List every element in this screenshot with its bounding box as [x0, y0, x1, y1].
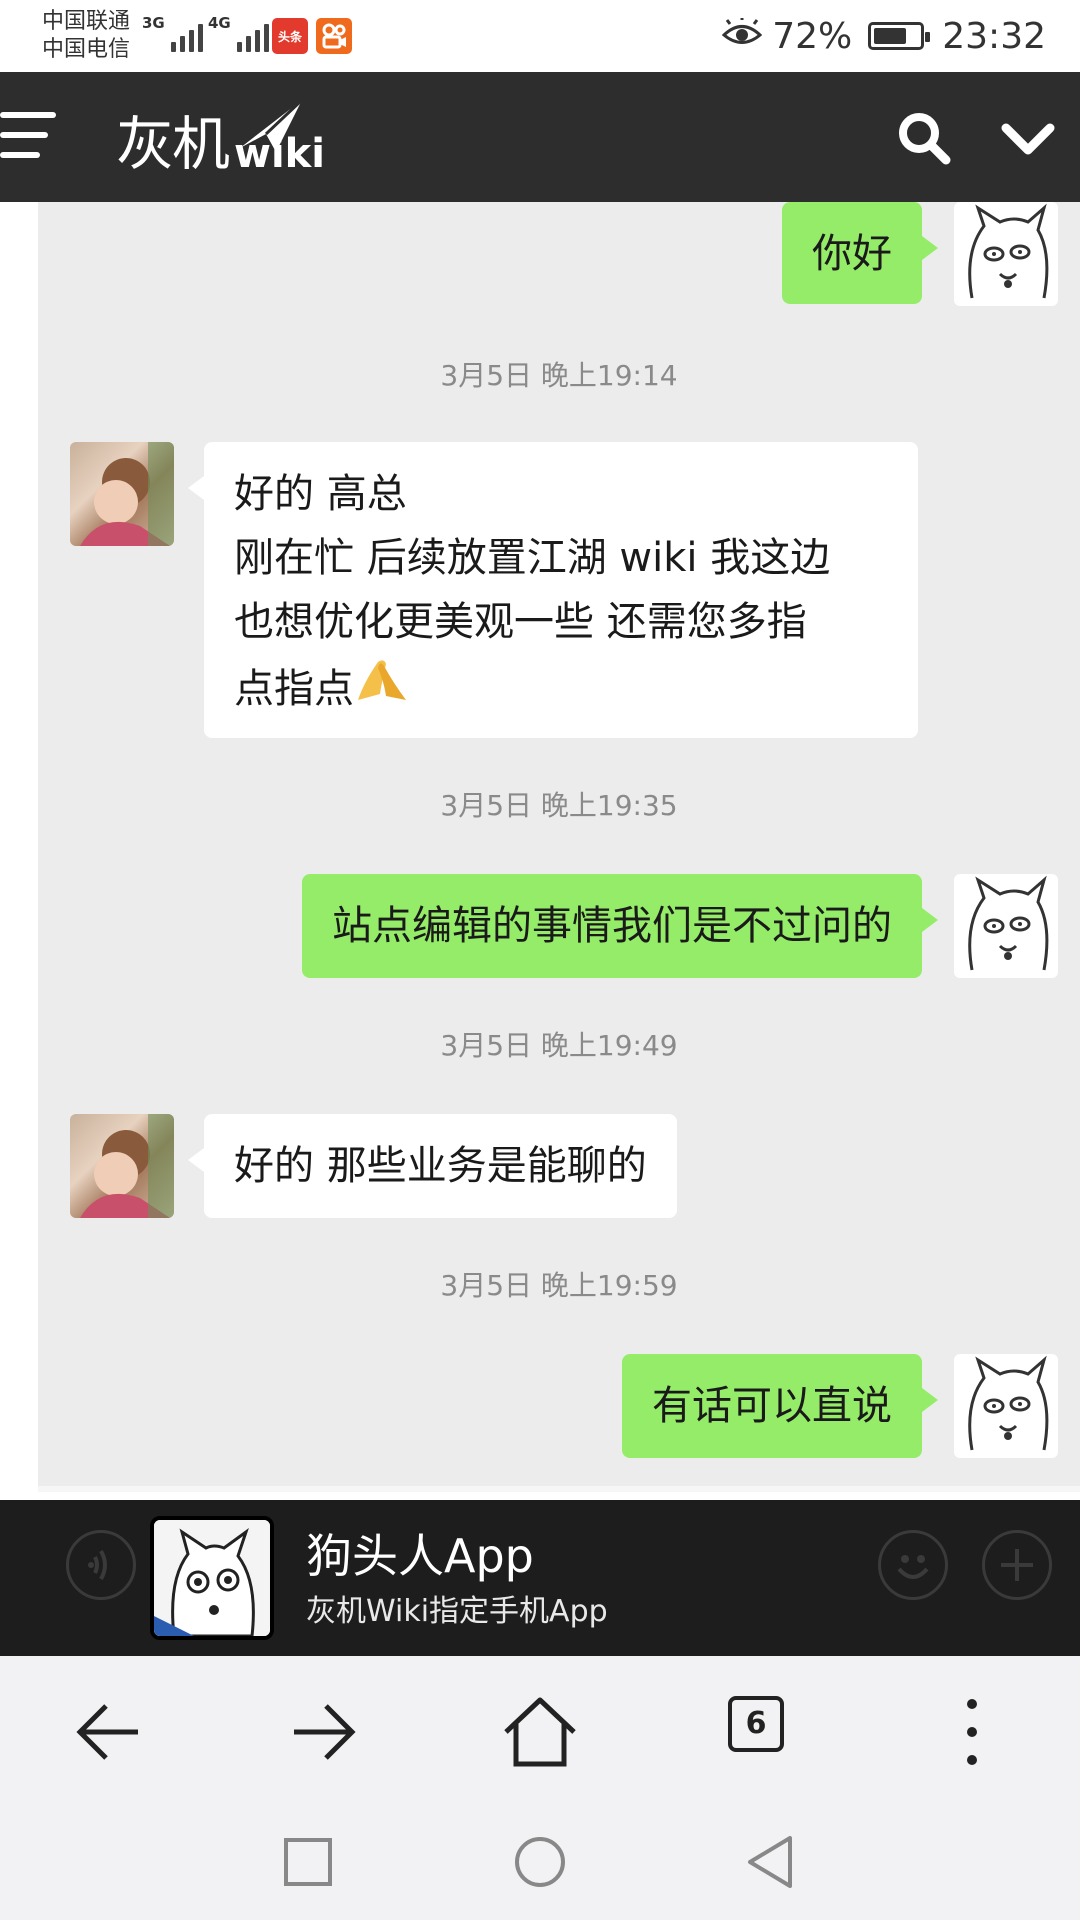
toutiao-app-icon: 头条: [272, 18, 308, 54]
system-navigation: [0, 1800, 1080, 1920]
search-icon[interactable]: [894, 108, 954, 168]
my-avatar[interactable]: [954, 202, 1058, 306]
promo-subtitle: 灰机Wiki指定手机App: [306, 1594, 608, 1629]
promo-title: 狗头人App: [306, 1529, 534, 1583]
signal-4g-icon: 4G: [208, 14, 269, 52]
site-logo[interactable]: 灰机 wiki: [116, 98, 325, 180]
status-right: 72% 23:32: [721, 14, 1046, 58]
carrier-1: 中国联通: [42, 9, 131, 34]
message-timestamp: 3月5日 晚上19:59: [440, 1269, 678, 1302]
tabs-button[interactable]: 6: [728, 1696, 784, 1752]
voice-icon[interactable]: [66, 1530, 136, 1600]
chevron-down-icon[interactable]: [998, 108, 1058, 168]
plus-icon[interactable]: [982, 1530, 1052, 1600]
message-text: 好的 那些业务是能聊的: [234, 1143, 647, 1189]
signal-3g-icon: 3G: [142, 14, 203, 52]
chat-area[interactable]: 你好 3月5日 晚上19:14 好的 高总 刚在忙 后续放置江湖 wiki 我这…: [38, 202, 1080, 1492]
my-avatar[interactable]: [954, 1354, 1058, 1458]
home-icon[interactable]: [500, 1692, 580, 1772]
message-line: 好的 高总: [234, 471, 407, 517]
site-header: 灰机 wiki: [0, 72, 1080, 202]
brand-cn: 灰机: [116, 110, 230, 178]
message-bubble-out[interactable]: 站点编辑的事情我们是不过问的: [302, 874, 938, 978]
message-bubble-in[interactable]: 好的 高总 刚在忙 后续放置江湖 wiki 我这边 也想优化更美观一些 还需您多…: [188, 442, 918, 738]
carrier-2: 中国电信: [42, 37, 131, 62]
message-line: 点指点: [234, 665, 354, 712]
pray-emoji-icon: [354, 654, 410, 723]
battery-icon: [868, 22, 931, 50]
my-avatar[interactable]: [954, 874, 1058, 978]
message-timestamp: 3月5日 晚上19:14: [440, 359, 678, 392]
eye-comfort-icon: [721, 15, 763, 57]
message-text: 有话可以直说: [652, 1383, 892, 1429]
message-timestamp: 3月5日 晚上19:35: [440, 789, 678, 822]
message-timestamp: 3月5日 晚上19:49: [440, 1029, 678, 1062]
home-circle-icon[interactable]: [512, 1834, 568, 1890]
back-arrow-icon[interactable]: [68, 1692, 148, 1772]
app-logo[interactable]: [150, 1516, 274, 1640]
message-line: 刚在忙 后续放置江湖 wiki 我这边: [234, 535, 831, 581]
paper-plane-icon: [240, 98, 304, 152]
recents-icon[interactable]: [280, 1834, 336, 1890]
message-line: 也想优化更美观一些 还需您多指: [234, 599, 807, 645]
contact-avatar[interactable]: [70, 1114, 174, 1218]
status-bar: 中国联通 中国电信 3G 4G 头条 72% 23:32: [0, 0, 1080, 72]
app-promo-bar[interactable]: 狗头人App 灰机Wiki指定手机App: [0, 1500, 1080, 1656]
back-triangle-icon[interactable]: [742, 1834, 798, 1890]
carrier-info: 中国联通 中国电信: [42, 8, 130, 64]
message-text: 你好: [812, 231, 892, 277]
browser-toolbar: 6: [0, 1656, 1080, 1800]
message-bubble-out[interactable]: 你好: [782, 202, 938, 304]
more-icon[interactable]: [932, 1692, 1012, 1772]
battery-percent: 72%: [772, 15, 853, 57]
clock: 23:32: [942, 15, 1046, 57]
contact-avatar[interactable]: [70, 442, 174, 546]
menu-icon[interactable]: [0, 112, 58, 162]
message-bubble-out[interactable]: 有话可以直说: [622, 1354, 938, 1458]
message-bubble-in[interactable]: 好的 那些业务是能聊的: [188, 1114, 677, 1218]
message-text: 站点编辑的事情我们是不过问的: [332, 903, 892, 949]
emoji-icon[interactable]: [878, 1530, 948, 1600]
forward-arrow-icon[interactable]: [284, 1692, 364, 1772]
kuaishou-app-icon: [316, 18, 352, 54]
